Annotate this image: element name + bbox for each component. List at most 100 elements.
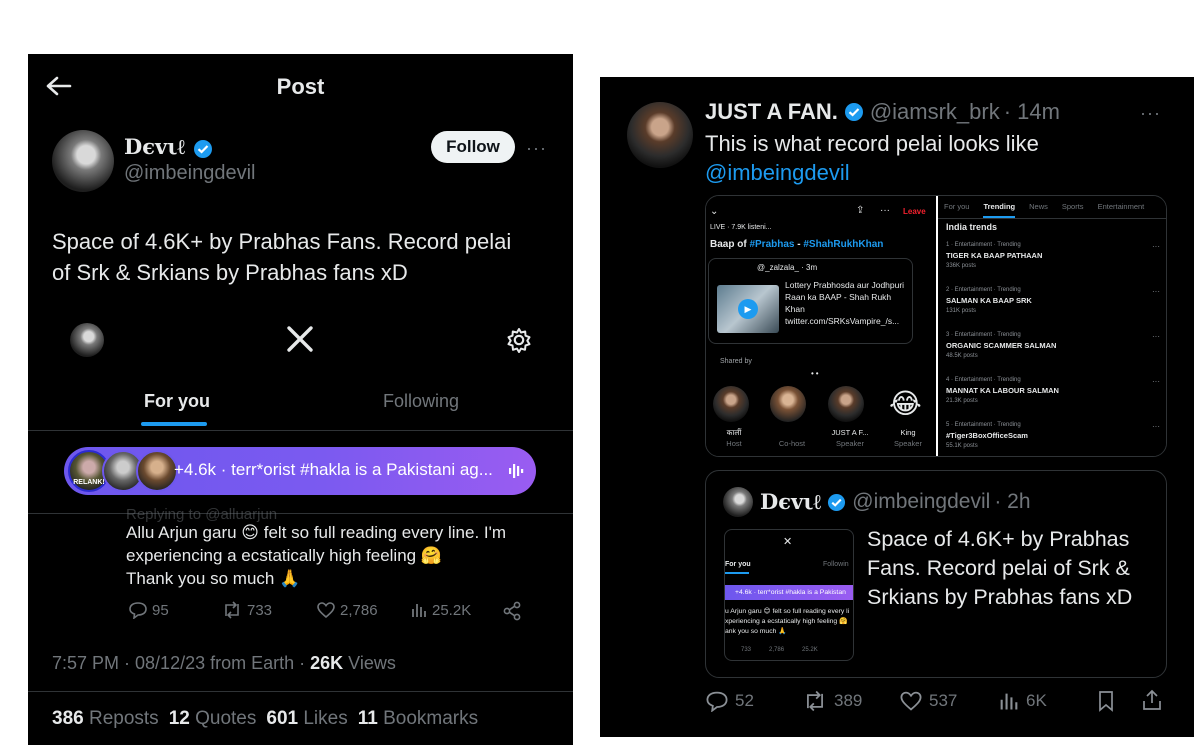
likes-stat[interactable]: 601 Likes <box>266 708 347 730</box>
views-count: 26K <box>310 653 344 673</box>
more-options-icon[interactable]: ··· <box>526 138 547 159</box>
repost-icon <box>221 601 243 619</box>
trend-meta: 5 · Entertainment · Trending <box>946 422 1021 428</box>
pinned-line: twitter.com/SRKsVampire_/s... <box>785 316 900 326</box>
right-post-screenshot: JUST A FAN. @iamsrk_brk · 14m ··· This i… <box>600 77 1194 737</box>
trend-list: 1 · Entertainment · Trending TIGER KA BAA… <box>946 242 1164 456</box>
repost-metric: 733 <box>221 601 272 619</box>
author-handle[interactable]: @imbeingdevil <box>124 162 255 185</box>
reply-metric: 95 <box>128 601 169 619</box>
space-speaker-avatar <box>136 450 178 492</box>
trend-item: 3 · Entertainment · Trending ORGANIC SCAM… <box>946 332 1164 377</box>
left-post-screenshot: Post Dєvιℓ @imbeingdevil Follow ··· Spac… <box>28 54 573 745</box>
author-name[interactable]: Dєvιℓ <box>124 134 185 159</box>
trend-posts: 336K posts <box>946 263 977 269</box>
space-title: Baap of <box>710 239 750 250</box>
trend-item: 1 · Entertainment · Trending TIGER KA BAA… <box>946 242 1164 287</box>
speaker-role: Host <box>726 439 742 448</box>
reply-button[interactable]: 52 <box>705 690 754 712</box>
speaker-name: कालीं <box>726 428 742 437</box>
pinned-user: @_zalzala_ · 3m <box>757 263 818 272</box>
pinned-line: Raan ka BAAP - Shah Rukh Khan <box>785 292 892 314</box>
author-name[interactable]: JUST A FAN. <box>705 99 838 125</box>
speaker-role: Co-host <box>778 439 806 448</box>
trend-item: 5 · Entertainment · Trending #Tiger3BoxOf… <box>946 422 1164 456</box>
heart-icon <box>316 601 336 619</box>
bookmarks-stat[interactable]: 11 Bookmarks <box>358 708 478 730</box>
trend-posts: 48.5K posts <box>946 353 978 359</box>
quotes-stat[interactable]: 12 Quotes <box>169 708 257 730</box>
leave-button: Leave <box>903 207 926 216</box>
live-space-bar: RELANK! +4.6k · terr*orist #hakla is a P… <box>64 447 536 495</box>
views-metric: 25.2K <box>410 601 471 619</box>
attached-screenshot[interactable]: For you Following RELANK! +4.6k · terr*o… <box>28 309 573 649</box>
trends-heading: India trends <box>946 222 998 232</box>
post-time: · 14m <box>1003 99 1060 124</box>
more-icon: ··· <box>1152 242 1160 251</box>
share-icon <box>502 601 522 621</box>
more-icon: ··· <box>880 205 890 216</box>
mention-link[interactable]: @imbeingdevil <box>705 158 1039 187</box>
tweet-timestamp: 7:57 PM · 08/12/23 from Earth · <box>52 653 311 673</box>
space-bar-text: +4.6k · terr*orist #hakla is a Pakistani… <box>174 460 493 479</box>
repost-icon <box>802 690 828 712</box>
like-button[interactable]: 537 <box>899 690 957 712</box>
more-icon: ··· <box>1152 422 1160 431</box>
speaker-avatar <box>770 386 806 422</box>
more-icon: ··· <box>1152 377 1160 386</box>
trend-item: 2 · Entertainment · Trending SALMAN KA BA… <box>946 287 1164 332</box>
repost-button[interactable]: 389 <box>802 690 862 712</box>
quote-thumbnail: ✕ For you Followin +4.6k · terr*orist #h… <box>724 529 854 661</box>
attached-media[interactable]: ⌄ ⇪ ··· Leave LIVE · 7.9K listeni... Baa… <box>705 195 1167 457</box>
pinned-line: Lottery Prabhosda aur Jodhpuri <box>785 280 905 290</box>
quoted-post[interactable]: Dєvιℓ @imbeingdevil · 2h ✕ For you Follo… <box>705 470 1167 678</box>
share-upload-icon[interactable] <box>1141 689 1163 711</box>
heart-icon <box>899 690 923 712</box>
verified-badge-icon <box>827 493 846 512</box>
profile-avatar <box>70 323 104 357</box>
more-options-icon[interactable]: ··· <box>1140 103 1161 124</box>
listening-count: LIVE · 7.9K listeni... <box>710 224 772 231</box>
views-button[interactable]: 6K <box>998 690 1047 712</box>
quote-text-line: Fans. Record pelai of Srk & <box>867 556 1130 580</box>
bookmark-icon[interactable] <box>1096 690 1116 712</box>
tweet-text-line: Space of 4.6K+ by Prabhas Fans. Record p… <box>52 229 512 254</box>
speaker-avatar <box>713 386 749 422</box>
tab-following: Following <box>383 391 460 411</box>
trends-tabs: For you Trending News Sports Entertainme… <box>944 196 1166 218</box>
reply-bubble-icon <box>705 690 729 712</box>
share-upload-icon: ⇪ <box>856 205 865 216</box>
author-handle[interactable]: @iamsrk_brk <box>870 99 1000 125</box>
reposts-stat[interactable]: 386 Reposts <box>52 708 159 730</box>
x-logo-icon: ✕ <box>783 536 793 548</box>
tab-for-you: For you <box>144 391 210 411</box>
verified-badge-icon <box>844 102 864 122</box>
video-thumbnail: ▶ <box>717 285 779 333</box>
play-icon: ▶ <box>738 299 758 319</box>
author-avatar[interactable] <box>627 102 693 168</box>
trends-screenshot: For you Trending News Sports Entertainme… <box>938 196 1166 456</box>
reply-line: experiencing a ecstatically high feeling… <box>126 546 443 565</box>
follow-button[interactable]: Follow <box>431 131 515 163</box>
trend-posts: 21.3K posts <box>946 398 978 404</box>
speaker-name: JUST A F... <box>831 428 869 437</box>
chevron-down-icon: ⌄ <box>710 206 719 217</box>
space-screenshot: ⌄ ⇪ ··· Leave LIVE · 7.9K listeni... Baa… <box>706 196 936 456</box>
verified-badge-icon <box>193 139 213 159</box>
page-title: Post <box>276 74 325 99</box>
settings-gear-icon <box>506 327 532 353</box>
author-avatar[interactable] <box>52 130 114 192</box>
tweet-text-line: This is what record pelai looks like <box>705 131 1039 156</box>
quote-text-line: Space of 4.6K+ by Prabhas <box>867 527 1130 551</box>
speaker-avatar-emoji: 😂 <box>889 388 922 419</box>
reply-line: Allu Arjun garu 😊 felt so full reading e… <box>126 523 507 542</box>
more-icon: ··· <box>1152 332 1160 341</box>
trend-title: #Tiger3BoxOfficeScam <box>946 431 1028 440</box>
engagement-stats: 386 Reposts 12 Quotes 601 Likes 11 Bookm… <box>52 708 478 730</box>
speaker-role: Speaker <box>894 439 922 448</box>
trend-posts: 55.1K posts <box>946 443 978 449</box>
quote-text-line: Srkians by Prabhas fans xD <box>867 585 1133 609</box>
speaker-role: Speaker <box>836 439 864 448</box>
analytics-bars-icon <box>998 690 1020 712</box>
tweet-text-line: of Srk & Srkians by Prabhas fans xD <box>52 260 408 285</box>
